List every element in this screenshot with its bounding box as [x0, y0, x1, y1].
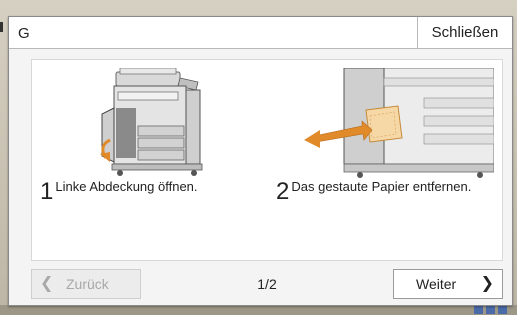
chevron-right-icon: ❯ — [480, 275, 494, 292]
step-2-caption: 2 Das gestaute Papier entfernen. — [276, 178, 471, 206]
printer-open-left-cover-icon — [40, 68, 260, 180]
instruction-panel: 1 Linke Abdeckung öffnen. 2 Das gestaute P… — [31, 59, 503, 261]
next-button-label: Weiter — [416, 276, 457, 292]
step-1-number: 1 — [40, 178, 54, 205]
close-button[interactable]: Schließen — [417, 17, 512, 48]
step-2-number: 2 — [276, 178, 290, 205]
back-button-label: Zurück — [66, 276, 109, 292]
step-2-text: Das gestaute Papier entfernen. — [291, 179, 472, 194]
dialog-footer: ❮ Zurück 1/2 Weiter ❯ — [31, 269, 503, 299]
background-marker — [0, 22, 3, 32]
dialog-titlebar: G Schließen — [9, 17, 512, 49]
back-button[interactable]: ❮ Zurück — [31, 269, 141, 299]
background-status-bar — [0, 305, 517, 315]
step-1-text: Linke Abdeckung öffnen. — [55, 179, 198, 194]
dialog-title: G — [18, 25, 30, 42]
paper-jam-dialog: G Schließen 1 Linke Abdeckung öffnen. 2 … — [8, 16, 513, 306]
chevron-left-icon: ❮ — [40, 275, 54, 292]
next-button[interactable]: Weiter ❯ — [393, 269, 503, 299]
step-1-caption: 1 Linke Abdeckung öffnen. — [40, 178, 198, 206]
background-status-icons — [471, 306, 507, 315]
remove-jammed-paper-icon — [274, 68, 494, 180]
